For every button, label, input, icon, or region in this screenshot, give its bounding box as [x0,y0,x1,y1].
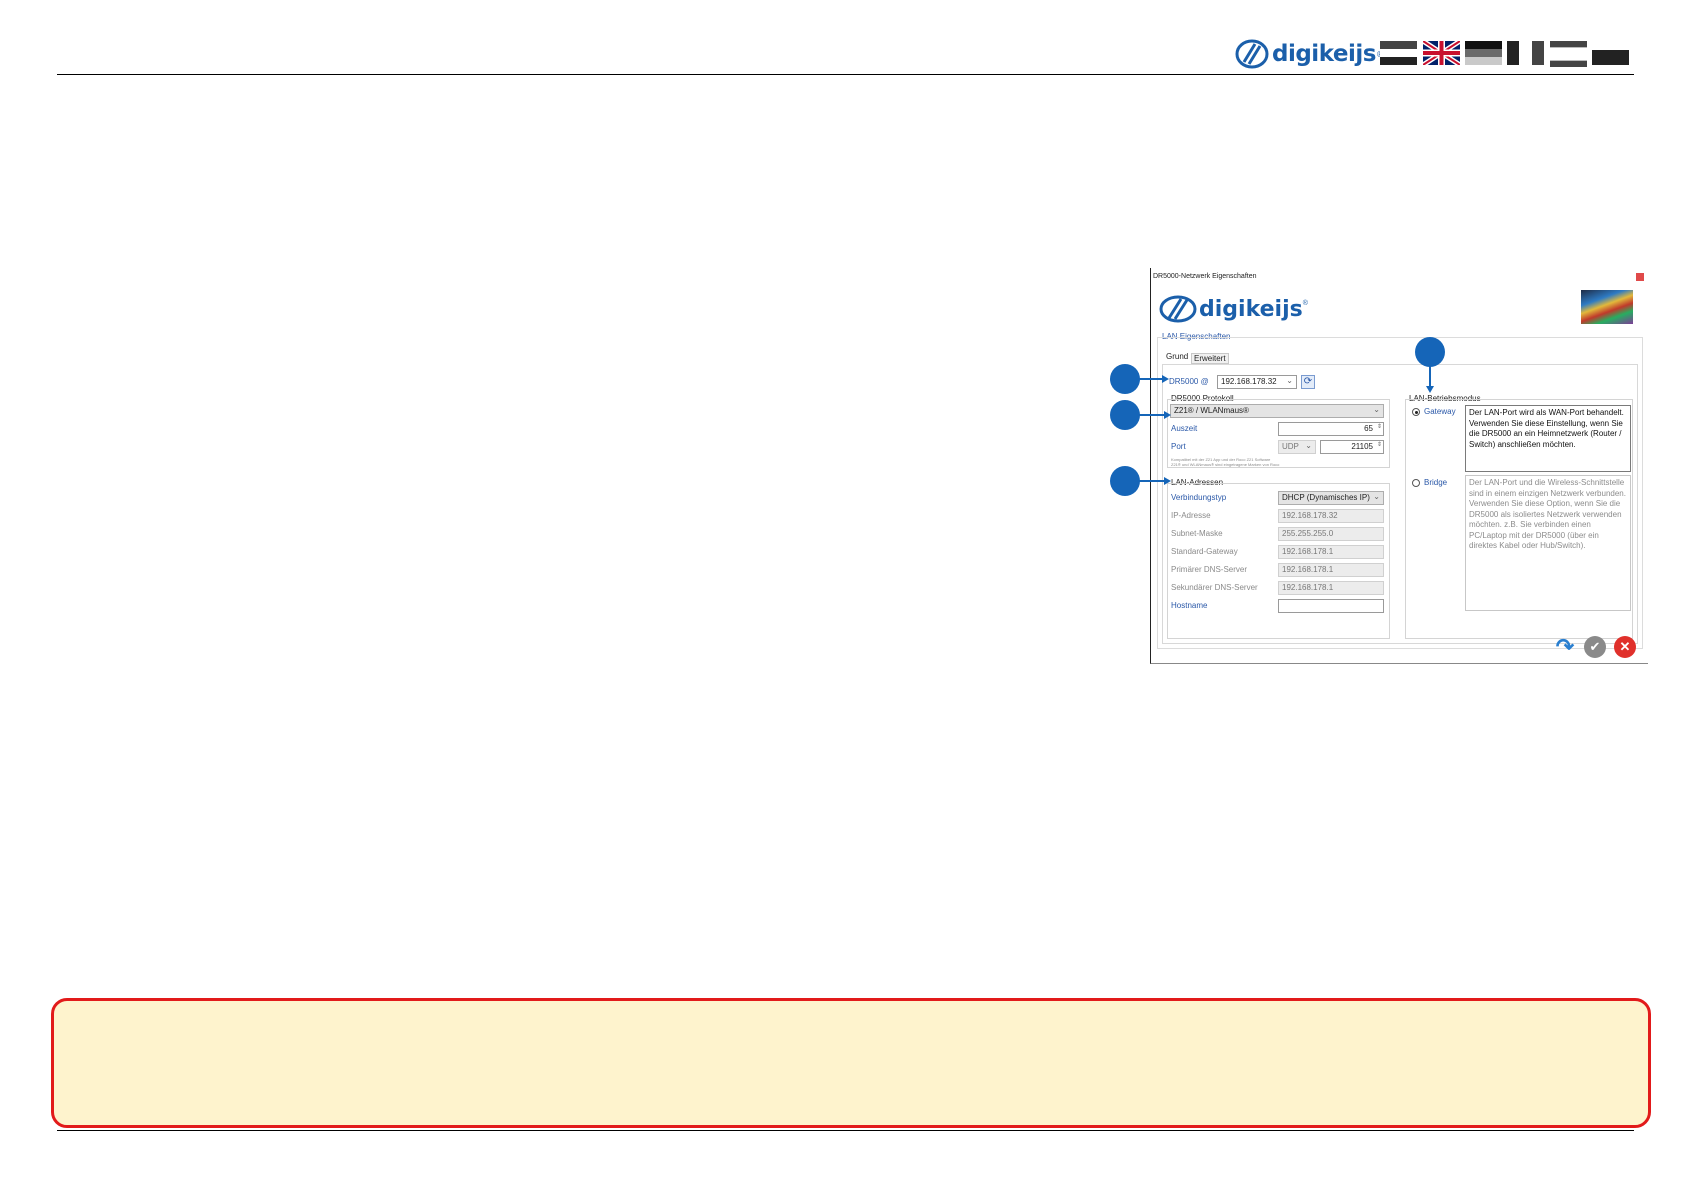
network-properties-dialog: DR5000-Netzwerk Eigenschaften digikeijs … [1150,268,1648,664]
callout-arrowhead [1162,375,1169,383]
ip-address-field[interactable]: 192.168.178.32 [1278,509,1384,523]
primary-dns-label: Primärer DNS-Server [1171,565,1248,574]
device-label: DR5000 @ [1169,377,1209,386]
confirm-icon[interactable]: ✔ [1584,636,1606,658]
digikeijs-logo-icon [1159,295,1197,323]
product-image [1581,290,1633,324]
standard-gateway-label: Standard-Gateway [1171,547,1238,556]
header-logo: digikeijs ® [1235,37,1384,71]
ip-address-label: IP-Adresse [1171,511,1211,520]
dialog-close-icon[interactable] [1636,273,1644,281]
lan-addresses-group [1167,483,1390,639]
connection-type-select[interactable]: DHCP (Dynamisches IP) ⌄ [1278,491,1384,505]
bridge-label: Bridge [1424,478,1448,487]
callout-arrow [1138,378,1163,380]
hostname-label: Hostname [1171,601,1208,610]
logo-text: digikeijs [1272,41,1376,67]
flag-gb-icon[interactable] [1421,38,1462,68]
flag-fr-icon[interactable] [1507,41,1544,65]
protocol-footnote-2: Z21® und WLANmaus® sind eingetragene Mar… [1171,462,1280,467]
callout-arrow [1138,480,1165,482]
flag-es-icon[interactable] [1550,41,1587,67]
callout-marker [1110,466,1140,496]
dialog-title: DR5000-Netzwerk Eigenschaften [1153,273,1257,280]
cancel-icon[interactable]: ✕ [1614,636,1636,658]
dialog-logo-registered-mark: ® [1302,300,1308,307]
callout-arrow [1429,365,1431,387]
subnet-mask-label: Subnet-Maske [1171,529,1223,538]
connection-type-label: Verbindungstyp [1171,493,1227,502]
protocol-select[interactable]: Z21® / WLANmaus® ⌄ [1170,404,1384,418]
callout-marker [1415,337,1445,367]
dialog-logo-text: digikeijs [1199,296,1303,322]
callout-arrowhead [1164,411,1171,419]
refresh-action-icon[interactable]: ↷ [1553,636,1577,658]
timeout-stepper[interactable]: 65 ⇕ [1278,422,1384,436]
flag-nl-icon[interactable] [1380,41,1417,65]
port-label: Port [1171,442,1186,451]
dialog-logo: digikeijs ® [1159,294,1308,324]
warning-note-box [51,998,1651,1128]
tab-grund[interactable]: Grund [1166,352,1188,361]
callout-arrowhead [1164,477,1171,485]
callout-marker [1110,400,1140,430]
callout-arrowhead [1426,386,1434,393]
callout-arrow [1138,414,1165,416]
digikeijs-logo-icon [1235,39,1269,69]
gateway-radio[interactable] [1412,408,1420,416]
header-rule [57,74,1634,75]
timeout-label: Auszeit [1171,424,1198,433]
gateway-label: Gateway [1424,407,1456,416]
gateway-description: Der LAN-Port wird als WAN-Port behandelt… [1465,405,1631,472]
bridge-description: Der LAN-Port und die Wireless-Schnittste… [1465,475,1631,611]
secondary-dns-label: Sekundärer DNS-Server [1171,583,1258,592]
subnet-mask-field[interactable]: 255.255.255.0 [1278,527,1384,541]
bridge-radio[interactable] [1412,479,1420,487]
hostname-field[interactable] [1278,599,1384,613]
footer-rule [57,1130,1634,1131]
tab-erweitert[interactable]: Erweitert [1191,353,1229,364]
primary-dns-field[interactable]: 192.168.178.1 [1278,563,1384,577]
device-ip-select[interactable]: 192.168.178.32 ⌄ [1217,375,1297,389]
callout-marker [1110,364,1140,394]
secondary-dns-field[interactable]: 192.168.178.1 [1278,581,1384,595]
flag-it-icon[interactable] [1592,41,1629,65]
port-type-select[interactable]: UDP ⌄ [1278,440,1316,454]
refresh-icon[interactable]: ⟳ [1301,375,1315,389]
port-stepper[interactable]: 21105 ⇕ [1320,440,1384,454]
flag-de-icon[interactable] [1465,41,1502,65]
standard-gateway-field[interactable]: 192.168.178.1 [1278,545,1384,559]
